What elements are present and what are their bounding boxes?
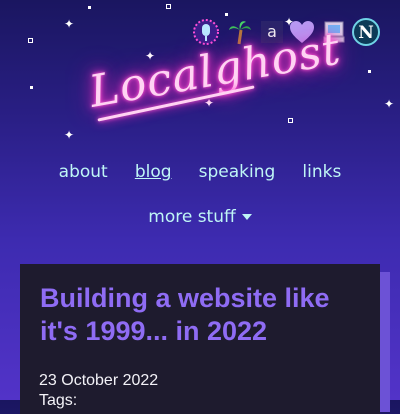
microphone-icon[interactable] bbox=[192, 18, 220, 46]
nav-link-about[interactable]: about bbox=[59, 162, 108, 182]
netscape-icon[interactable]: N bbox=[352, 18, 380, 46]
nav-link-blog[interactable]: blog bbox=[135, 162, 172, 182]
netscape-letter: N bbox=[358, 23, 374, 43]
pixel-dot-1 bbox=[88, 6, 91, 9]
pixel-star-3 bbox=[288, 118, 293, 123]
pixel-dot-2 bbox=[225, 13, 228, 16]
post-date: 23 October 2022 bbox=[39, 372, 159, 389]
main-nav: about blog speaking links bbox=[0, 162, 400, 182]
post-card: Building a website like it's 1999... in … bbox=[20, 264, 380, 414]
sparkle-star-6: ✦ bbox=[384, 97, 395, 111]
post-tags-label: Tags: bbox=[39, 392, 78, 409]
pixel-dot-3 bbox=[30, 86, 33, 89]
caret-down-icon bbox=[241, 214, 252, 220]
nav-link-links[interactable]: links bbox=[302, 162, 341, 182]
more-stuff-dropdown[interactable]: more stuff bbox=[0, 207, 400, 227]
pixel-star-1 bbox=[28, 38, 33, 43]
sparkle-star-1: ✦ bbox=[64, 17, 75, 31]
more-stuff-label: more stuff bbox=[148, 207, 236, 227]
nav-link-speaking[interactable]: speaking bbox=[199, 162, 276, 182]
post-title: Building a website like it's 1999... in … bbox=[40, 283, 330, 346]
sparkle-star-5: ✦ bbox=[64, 128, 75, 142]
pixel-star-2 bbox=[166, 4, 171, 9]
pixel-dot-4 bbox=[368, 70, 371, 73]
